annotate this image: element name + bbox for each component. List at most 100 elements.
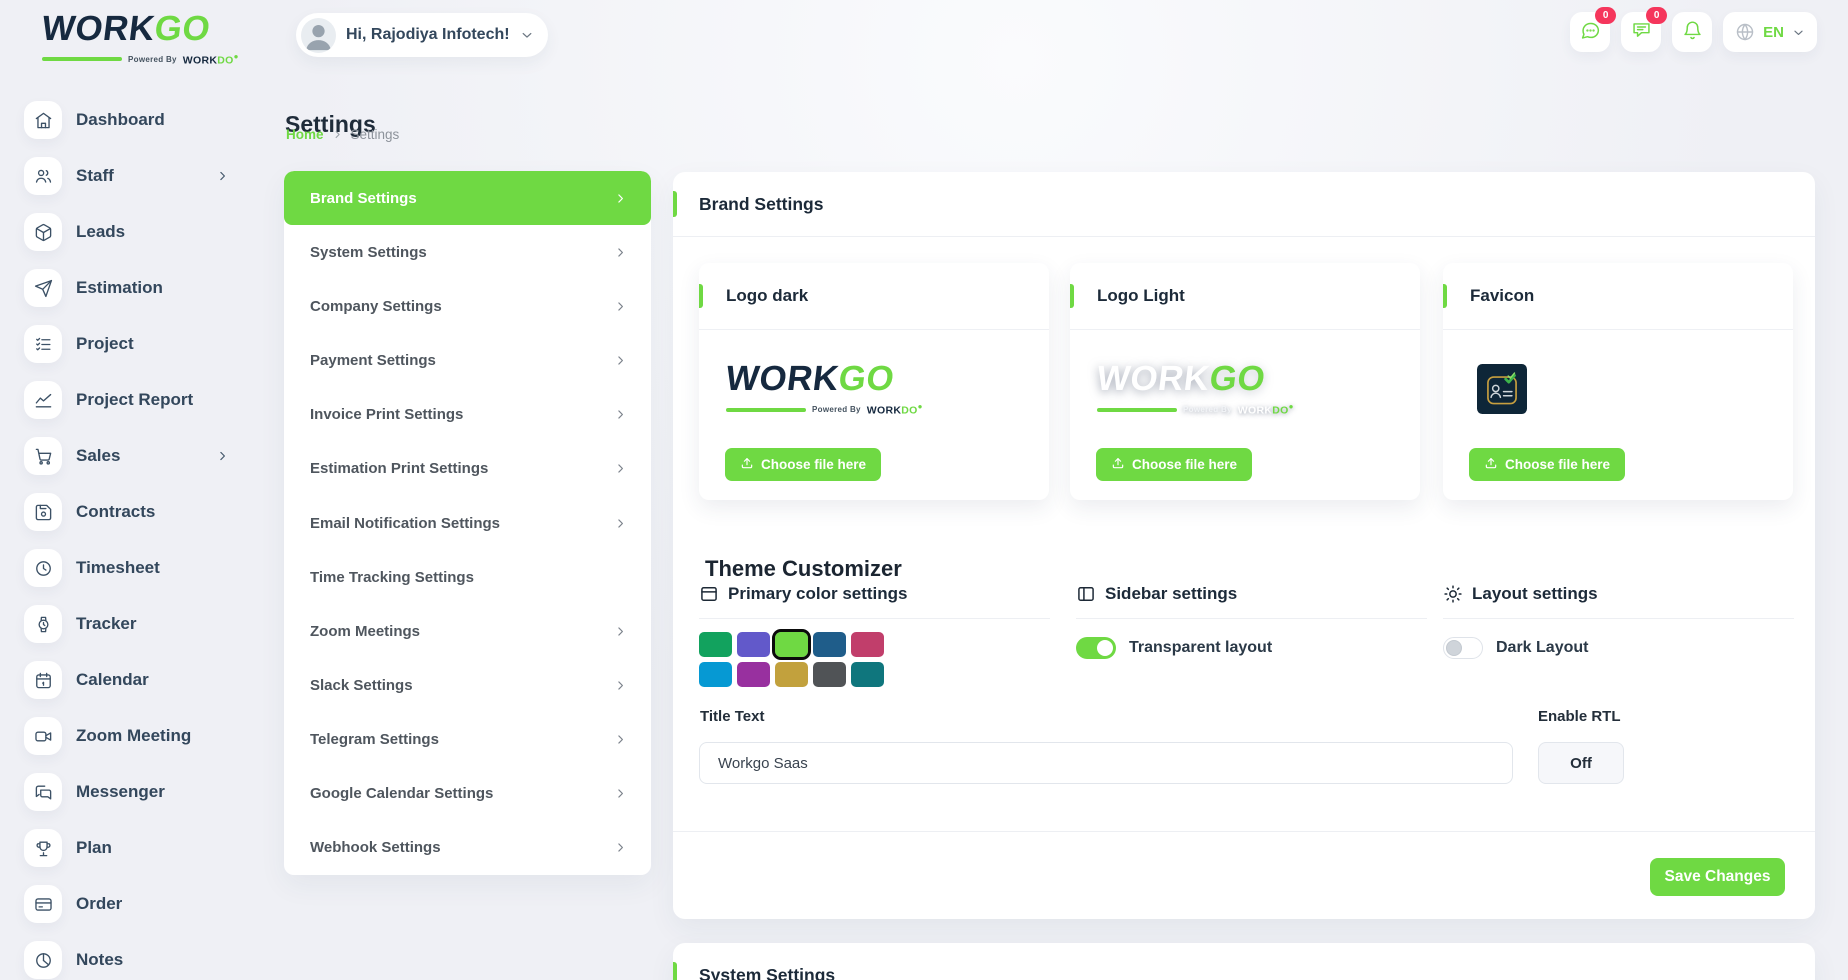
accent-bar (673, 191, 677, 217)
chevron-right-icon (216, 170, 229, 183)
system-settings-title: System Settings (699, 965, 835, 980)
feedback-icon (1631, 20, 1652, 44)
settings-menu-item-estimation-print-settings[interactable]: Estimation Print Settings (284, 442, 651, 496)
save-changes-button[interactable]: Save Changes (1650, 858, 1785, 896)
workgo-logo-word: WORKGO (40, 11, 241, 46)
sidebar-item-staff[interactable]: Staff (0, 148, 260, 204)
settings-menu-item-google-calendar-settings[interactable]: Google Calendar Settings (284, 767, 651, 821)
sidebar-item-estimation[interactable]: Estimation (0, 260, 260, 316)
language-selector[interactable]: EN (1723, 12, 1817, 52)
pie-icon (24, 941, 62, 979)
sidebar-item-timesheet[interactable]: Timesheet (0, 540, 260, 596)
settings-menu-item-brand-settings[interactable]: Brand Settings (284, 171, 651, 225)
sidebar-item-notes[interactable]: Notes (0, 932, 260, 980)
header-actions: 0 0 EN (1570, 12, 1817, 52)
workgo-logo: WORKGO Powered By WORKDO● (42, 11, 239, 67)
theme-customizer-title: Theme Customizer (705, 556, 902, 582)
color-swatch-2[interactable] (737, 632, 770, 657)
trophy-icon (24, 829, 62, 867)
app: WORKGO Powered By WORKDO● Hi, Rajodiya I… (0, 0, 1848, 980)
sidebar-item-dashboard[interactable]: Dashboard (0, 92, 260, 148)
color-swatch-9[interactable] (813, 662, 846, 687)
breadcrumb: Home Settings (286, 127, 399, 142)
enable-rtl-button[interactable]: Off (1538, 742, 1624, 784)
settings-menu-item-payment-settings[interactable]: Payment Settings (284, 333, 651, 387)
settings-menu-item-webhook-settings[interactable]: Webhook Settings (284, 821, 651, 875)
watch-icon (24, 605, 62, 643)
choose-file-button-favicon[interactable]: Choose file here (1469, 448, 1625, 481)
settings-menu-item-invoice-print-settings[interactable]: Invoice Print Settings (284, 388, 651, 442)
sidebar-settings-title: Sidebar settings (1105, 584, 1237, 604)
powered-by-brand: WORKDO● (183, 52, 239, 67)
accent-bar (699, 284, 703, 308)
panel-title: Brand Settings (699, 194, 823, 215)
chat-button[interactable]: 0 (1570, 12, 1610, 52)
sidebar-item-project[interactable]: Project (0, 316, 260, 372)
settings-menu-item-telegram-settings[interactable]: Telegram Settings (284, 713, 651, 767)
chevron-right-icon (614, 733, 627, 746)
favicon-card: Favicon (1443, 263, 1793, 500)
settings-menu-item-time-tracking-settings[interactable]: Time Tracking Settings (284, 550, 651, 604)
color-swatch-10[interactable] (851, 662, 884, 687)
powered-by-text: Powered By (128, 55, 177, 64)
upload-icon (1484, 456, 1498, 473)
dark-layout-toggle[interactable] (1443, 637, 1483, 659)
color-swatch-4[interactable] (813, 632, 846, 657)
dark-layout-label: Dark Layout (1496, 639, 1588, 657)
accent-bar (1443, 284, 1447, 308)
sidebar-item-messenger[interactable]: Messenger (0, 764, 260, 820)
color-swatch-1[interactable] (699, 632, 732, 657)
color-swatch-5[interactable] (851, 632, 884, 657)
transparent-layout-toggle[interactable] (1076, 637, 1116, 659)
home-icon (24, 101, 62, 139)
sidebar-item-sales[interactable]: Sales (0, 428, 260, 484)
bell-icon (1682, 20, 1703, 44)
settings-menu-item-zoom-meetings[interactable]: Zoom Meetings (284, 604, 651, 658)
sidebar-item-project-report[interactable]: Project Report (0, 372, 260, 428)
sidebar-item-leads[interactable]: Leads (0, 204, 260, 260)
user-menu[interactable]: Hi, Rajodiya Infotech! (296, 13, 548, 57)
breadcrumb-home-link[interactable]: Home (286, 127, 324, 142)
choose-file-button-logo-dark[interactable]: Choose file here (725, 448, 881, 481)
logo-light-title: Logo Light (1097, 286, 1185, 306)
system-settings-panel: System Settings (673, 943, 1815, 980)
color-swatch-7[interactable] (737, 662, 770, 687)
language-current: EN (1763, 24, 1784, 41)
settings-menu-item-system-settings[interactable]: System Settings (284, 225, 651, 279)
video-icon (24, 717, 62, 755)
chevron-right-icon (332, 129, 343, 140)
layout-settings: Layout settings Dark Layout (1443, 584, 1794, 659)
settings-menu-item-slack-settings[interactable]: Slack Settings (284, 658, 651, 712)
footer-divider (673, 831, 1815, 832)
chat-icon (1580, 20, 1601, 44)
globe-icon (1735, 22, 1755, 42)
sidebar: Dashboard Staff Leads Estimation (0, 70, 260, 980)
title-text-input[interactable] (699, 742, 1513, 784)
sidebar-item-calendar[interactable]: Calendar (0, 652, 260, 708)
color-swatch-8[interactable] (775, 662, 808, 687)
sidebar-item-tracker[interactable]: Tracker (0, 596, 260, 652)
settings-menu-item-company-settings[interactable]: Company Settings (284, 279, 651, 333)
message-icon (24, 773, 62, 811)
feedback-button[interactable]: 0 (1621, 12, 1661, 52)
chat-badge: 0 (1595, 7, 1616, 24)
user-greeting: Hi, Rajodiya Infotech! (346, 26, 510, 44)
clock-icon (24, 549, 62, 587)
settings-menu-item-email-notification-settings[interactable]: Email Notification Settings (284, 496, 651, 550)
chart-icon (24, 381, 62, 419)
sidebar-item-zoom-meeting[interactable]: Zoom Meeting (0, 708, 260, 764)
sidebar-item-plan[interactable]: Plan (0, 820, 260, 876)
sidebar-item-order[interactable]: Order (0, 876, 260, 932)
sidebar-item-contracts[interactable]: Contracts (0, 484, 260, 540)
chevron-right-icon (614, 300, 627, 313)
save-icon (24, 493, 62, 531)
favicon-preview (1477, 364, 1527, 414)
color-swatch-3[interactable] (775, 632, 808, 657)
choose-file-button-logo-light[interactable]: Choose file here (1096, 448, 1252, 481)
notifications-button[interactable] (1672, 12, 1712, 52)
color-swatch-6[interactable] (699, 662, 732, 687)
layout-top-icon (699, 584, 719, 604)
package-icon (24, 213, 62, 251)
chevron-down-icon (1792, 26, 1805, 39)
feedback-badge: 0 (1646, 7, 1667, 24)
